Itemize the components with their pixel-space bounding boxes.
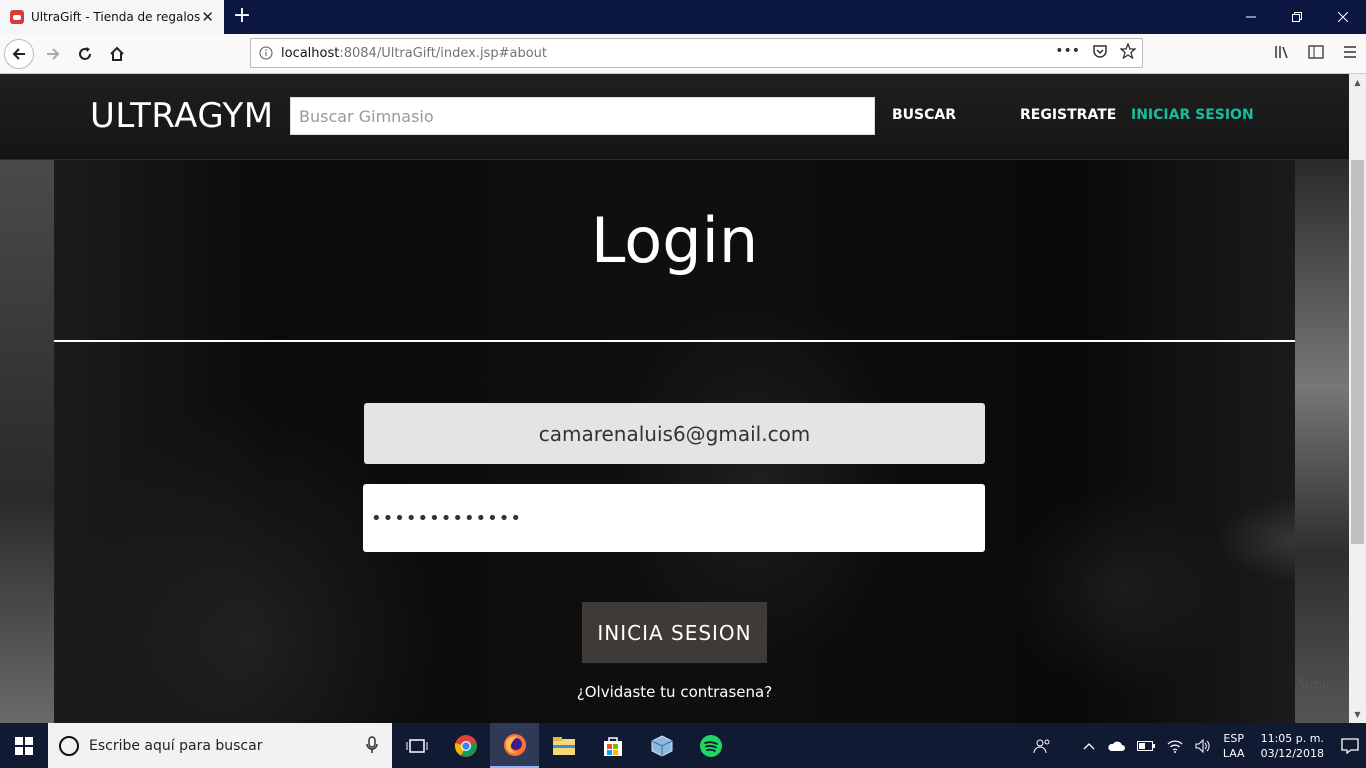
clock-date: 03/12/2018: [1260, 746, 1324, 760]
wifi-icon[interactable]: [1167, 739, 1183, 753]
background-right-edge: [1295, 160, 1349, 723]
url-bar[interactable]: localhost:8084/UltraGift/index.jsp#about…: [250, 38, 1143, 68]
background-left-edge: [0, 160, 54, 723]
system-clock[interactable]: 11:05 p. m. 03/12/2018: [1261, 731, 1324, 761]
scroll-top-link[interactable]: Subir: [1297, 678, 1331, 693]
toolbar-right: [1274, 44, 1358, 60]
restore-icon[interactable]: [1274, 0, 1320, 34]
password-field[interactable]: [363, 484, 985, 552]
sidebar-icon[interactable]: [1308, 44, 1324, 60]
url-text: localhost:8084/UltraGift/index.jsp#about: [281, 46, 547, 61]
url-host: localhost: [281, 45, 340, 61]
library-icon[interactable]: [1274, 44, 1290, 60]
file-explorer-icon[interactable]: [539, 723, 588, 768]
onedrive-icon[interactable]: [1107, 740, 1125, 752]
site-logo[interactable]: ULTRAGYM: [90, 96, 274, 136]
url-actions: •••: [1055, 43, 1136, 59]
cortana-icon: [59, 735, 79, 756]
gym-search-input[interactable]: [290, 97, 875, 135]
login-title: Login: [590, 204, 759, 277]
taskbar-apps: [392, 723, 735, 768]
pocket-icon[interactable]: [1092, 43, 1108, 59]
battery-icon[interactable]: [1136, 740, 1155, 751]
browser-toolbar: localhost:8084/UltraGift/index.jsp#about…: [0, 34, 1366, 74]
browser-tab-bar: UltraGift - Tienda de regalos ✕ +: [0, 0, 1366, 34]
volume-icon[interactable]: [1195, 738, 1211, 753]
tab-title: UltraGift - Tienda de regalos: [31, 10, 201, 24]
scroll-down-icon[interactable]: ▼: [1349, 706, 1366, 723]
bookmark-star-icon[interactable]: [1120, 43, 1136, 59]
nav-buscar-link[interactable]: BUSCAR: [892, 107, 956, 123]
chrome-icon[interactable]: [441, 723, 490, 768]
forgot-password-link[interactable]: ¿Olvidaste tu contrasena?: [54, 683, 1295, 701]
home-icon[interactable]: [102, 39, 132, 69]
page-content: ULTRAGYM BUSCAR REGISTRATE INICIAR SESIO…: [0, 74, 1349, 723]
tab-close-icon[interactable]: ✕: [201, 8, 214, 26]
language-code: ESP: [1223, 731, 1244, 745]
reload-icon[interactable]: [70, 39, 100, 69]
language-indicator[interactable]: ESP LAA: [1223, 731, 1245, 761]
page-actions-icon[interactable]: •••: [1055, 43, 1080, 59]
firefox-icon[interactable]: [490, 723, 539, 768]
new-tab-button[interactable]: +: [232, 4, 252, 28]
notifications-icon[interactable]: [1334, 737, 1366, 754]
taskbar-search-box[interactable]: Escribe aquí para buscar: [48, 723, 392, 768]
microphone-icon[interactable]: [366, 736, 378, 754]
store-icon[interactable]: [588, 723, 637, 768]
info-icon[interactable]: [251, 46, 281, 60]
url-path: :8084/UltraGift/index.jsp#about: [339, 45, 547, 61]
nav-iniciar-sesion-link[interactable]: INICIAR SESION: [1131, 107, 1254, 123]
close-window-icon[interactable]: [1320, 0, 1366, 34]
email-field[interactable]: [364, 403, 985, 464]
scroll-thumb[interactable]: [1351, 160, 1364, 544]
system-tray: ESP LAA 11:05 p. m. 03/12/2018: [1027, 723, 1366, 768]
menu-icon[interactable]: [1342, 44, 1358, 60]
minimize-icon[interactable]: [1228, 0, 1274, 34]
taskbar-search-text: Escribe aquí para buscar: [89, 737, 263, 754]
back-icon[interactable]: [4, 39, 34, 69]
site-header: ULTRAGYM BUSCAR REGISTRATE INICIAR SESIO…: [0, 74, 1349, 160]
windows-taskbar: Escribe aquí para buscar ESP LAA 11:05 p…: [0, 723, 1366, 768]
browser-tab[interactable]: UltraGift - Tienda de regalos ✕: [0, 0, 224, 34]
login-divider: [54, 340, 1295, 342]
windows-start-icon[interactable]: [0, 723, 48, 768]
login-submit-button[interactable]: INICIA SESION: [582, 602, 767, 663]
task-view-icon[interactable]: [392, 723, 441, 768]
forward-icon[interactable]: [38, 39, 68, 69]
people-icon[interactable]: [1033, 738, 1051, 754]
nav-registrate-link[interactable]: REGISTRATE: [1020, 107, 1116, 123]
virtualbox-icon[interactable]: [637, 723, 686, 768]
chevron-up-icon[interactable]: [1083, 742, 1095, 750]
spotify-icon[interactable]: [686, 723, 735, 768]
window-controls: [1228, 0, 1366, 34]
favicon-icon: [10, 10, 24, 24]
page-scrollbar[interactable]: ▲ ▼: [1349, 74, 1366, 723]
keyboard-layout: LAA: [1222, 746, 1245, 760]
scroll-up-icon[interactable]: ▲: [1349, 74, 1366, 91]
clock-time: 11:05 p. m.: [1260, 731, 1324, 745]
